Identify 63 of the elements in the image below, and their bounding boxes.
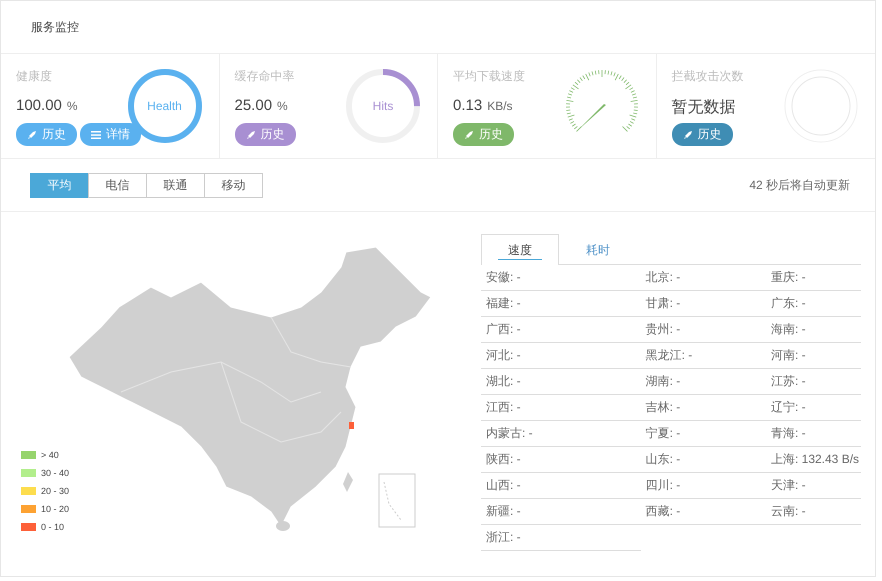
carrier-tab[interactable]: 移动 — [204, 172, 263, 198]
stat-label: 平均下载速度 — [453, 68, 525, 85]
stat-value: 暂无数据 — [672, 98, 736, 118]
metric-tab[interactable]: 速度 — [481, 234, 559, 265]
carrier-tab[interactable]: 平均 — [30, 172, 89, 198]
province-cell: 浙江: - — [481, 525, 641, 551]
province-cell: 辽宁: - — [766, 395, 861, 421]
province-cell: 湖北: - — [481, 369, 641, 395]
stat-unit: % — [277, 99, 288, 113]
stat-unit: KB/s — [487, 99, 513, 113]
gauge-label: Hits — [372, 99, 394, 113]
province-cell: 青海: - — [766, 421, 861, 447]
province-cell: 吉林: - — [640, 395, 766, 421]
stat-unit: % — [66, 99, 78, 113]
page-title: 服务监控 — [31, 18, 79, 36]
stat-label: 拦截攻击次数 — [672, 68, 744, 85]
carrier-tab[interactable]: 联通 — [146, 172, 205, 198]
province-cell: 海南: - — [766, 317, 861, 343]
history-button[interactable]: 历史 — [453, 123, 514, 146]
province-cell: 内蒙古: - — [481, 421, 641, 447]
stat-label: 缓存命中率 — [234, 68, 296, 85]
history-button[interactable]: 历史 — [672, 123, 732, 146]
stat-label: 健康度 — [16, 68, 53, 85]
history-button[interactable]: 历史 — [234, 123, 296, 146]
legend-label: > 40 — [41, 450, 59, 460]
province-cell: 山西: - — [481, 473, 641, 499]
province-cell: 甘肃: - — [640, 291, 766, 317]
province-cell: 重庆: - — [766, 265, 861, 291]
gauge-label: Health — [147, 99, 182, 113]
history-button[interactable]: 历史 — [16, 123, 77, 146]
province-cell: 安徽: - — [481, 265, 641, 291]
province-cell: 湖南: - — [640, 369, 766, 395]
province-cell: 山东: - — [640, 447, 766, 473]
province-cell: 广西: - — [481, 317, 641, 343]
province-cell: 宁夏: - — [640, 421, 766, 447]
province-cell: 江西: - — [481, 395, 641, 421]
detail-button[interactable]: 详情 — [80, 123, 141, 146]
legend-label: 20 - 30 — [41, 486, 70, 496]
province-cell: 上海: 132.43 B/s — [766, 447, 861, 473]
province-cell: 北京: - — [640, 265, 766, 291]
province-cell: 河北: - — [481, 343, 641, 369]
refresh-countdown: 42 秒后将自动更新 — [749, 176, 850, 194]
province-cell: 天津: - — [766, 473, 861, 499]
province-cell: 贵州: - — [640, 317, 766, 343]
province-cell: 江苏: - — [766, 369, 861, 395]
province-cell: 西藏: - — [640, 499, 766, 525]
province-cell: 福建: - — [481, 291, 641, 317]
legend-label: 10 - 20 — [41, 504, 70, 514]
metric-tab[interactable]: 耗时 — [559, 234, 637, 265]
province-cell: 新疆: - — [481, 499, 641, 525]
province-cell: 黑龙江: - — [640, 343, 766, 369]
legend-label: 30 - 40 — [41, 468, 70, 478]
stat-value: 100.00 — [16, 97, 62, 114]
province-cell: 广东: - — [766, 291, 861, 317]
stat-value: 25.00 — [234, 97, 272, 114]
stat-value: 0.13 — [453, 97, 482, 114]
province-cell: 四川: - — [640, 473, 766, 499]
list-icon — [91, 130, 101, 140]
carrier-tab[interactable]: 电信 — [88, 172, 147, 198]
province-cell: 云南: - — [766, 499, 861, 525]
province-cell: 陕西: - — [481, 447, 641, 473]
legend-label: 0 - 10 — [41, 522, 64, 532]
province-cell: 河南: - — [766, 343, 861, 369]
